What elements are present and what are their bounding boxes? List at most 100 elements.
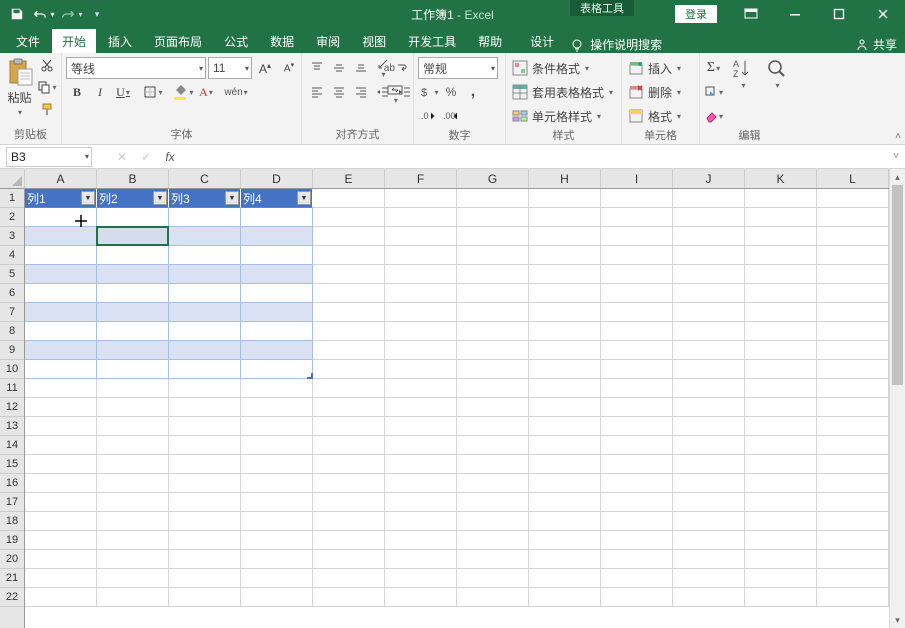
format-cells-button[interactable]: 格式▾ <box>626 105 683 127</box>
font-color-button[interactable]: A▾ <box>195 81 217 103</box>
cell[interactable] <box>601 246 673 265</box>
column-header-L[interactable]: L <box>817 169 889 188</box>
column-header-D[interactable]: D <box>241 169 313 188</box>
name-box[interactable]: B3▾ <box>6 147 92 167</box>
cell[interactable] <box>673 398 745 417</box>
cell[interactable] <box>169 322 241 341</box>
cell[interactable] <box>817 474 889 493</box>
cell[interactable] <box>241 208 313 227</box>
row-header-6[interactable]: 6 <box>0 284 24 303</box>
cell[interactable] <box>529 474 601 493</box>
cell[interactable] <box>25 417 97 436</box>
row-header-13[interactable]: 13 <box>0 417 24 436</box>
cell[interactable] <box>25 303 97 322</box>
cell[interactable] <box>601 550 673 569</box>
cell[interactable] <box>817 569 889 588</box>
cell[interactable] <box>529 246 601 265</box>
cell[interactable] <box>457 265 529 284</box>
align-top-button[interactable] <box>306 57 328 79</box>
cell[interactable] <box>457 455 529 474</box>
row-header-17[interactable]: 17 <box>0 493 24 512</box>
cell[interactable] <box>601 341 673 360</box>
cell[interactable] <box>97 493 169 512</box>
cell[interactable] <box>673 341 745 360</box>
cell[interactable] <box>457 322 529 341</box>
cell[interactable] <box>385 341 457 360</box>
cell[interactable] <box>745 208 817 227</box>
vertical-scrollbar[interactable]: ▴ ▾ <box>889 169 905 628</box>
cell[interactable] <box>745 436 817 455</box>
column-header-G[interactable]: G <box>457 169 529 188</box>
cell[interactable] <box>529 436 601 455</box>
cell[interactable] <box>745 360 817 379</box>
cell[interactable] <box>385 417 457 436</box>
paste-button[interactable]: 粘贴 ▾ <box>4 55 35 117</box>
cell[interactable] <box>601 379 673 398</box>
cell[interactable] <box>97 322 169 341</box>
increase-font-button[interactable]: A▴ <box>254 57 276 79</box>
cell[interactable] <box>673 569 745 588</box>
cell[interactable] <box>97 436 169 455</box>
align-right-button[interactable] <box>350 81 372 103</box>
cell[interactable] <box>745 550 817 569</box>
cell[interactable] <box>241 265 313 284</box>
row-header-19[interactable]: 19 <box>0 531 24 550</box>
cell[interactable] <box>457 398 529 417</box>
cell[interactable] <box>673 303 745 322</box>
accounting-format-button[interactable]: $▾ <box>418 81 440 103</box>
cell[interactable] <box>241 512 313 531</box>
share-button[interactable]: 共享 <box>855 36 897 53</box>
cell[interactable] <box>529 208 601 227</box>
cell[interactable] <box>529 303 601 322</box>
cell[interactable] <box>97 227 169 246</box>
expand-formula-bar-button[interactable]: ˅ <box>887 151 905 162</box>
cell[interactable] <box>241 417 313 436</box>
row-header-8[interactable]: 8 <box>0 322 24 341</box>
cell[interactable] <box>313 341 385 360</box>
cut-button[interactable] <box>37 55 57 75</box>
align-left-button[interactable] <box>306 81 328 103</box>
cell[interactable] <box>385 227 457 246</box>
cell[interactable] <box>313 189 385 208</box>
cell[interactable]: 列1▼ <box>25 189 97 208</box>
percent-button[interactable]: % <box>440 81 462 103</box>
cell[interactable] <box>745 227 817 246</box>
cell[interactable] <box>313 322 385 341</box>
cell[interactable] <box>169 246 241 265</box>
align-center-button[interactable] <box>328 81 350 103</box>
cell[interactable] <box>97 531 169 550</box>
cell[interactable] <box>673 550 745 569</box>
find-select-button[interactable]: ▾ <box>761 57 793 90</box>
cell[interactable] <box>97 379 169 398</box>
cell[interactable] <box>25 265 97 284</box>
cell[interactable] <box>673 379 745 398</box>
cell[interactable] <box>385 512 457 531</box>
cell[interactable] <box>529 322 601 341</box>
cell[interactable] <box>241 550 313 569</box>
cell[interactable] <box>817 436 889 455</box>
column-header-B[interactable]: B <box>97 169 169 188</box>
cell[interactable] <box>745 379 817 398</box>
cell[interactable] <box>457 341 529 360</box>
cell[interactable] <box>313 284 385 303</box>
column-header-F[interactable]: F <box>385 169 457 188</box>
cell[interactable] <box>601 265 673 284</box>
cell[interactable] <box>673 436 745 455</box>
cell[interactable] <box>457 417 529 436</box>
cell[interactable] <box>241 341 313 360</box>
row-header-16[interactable]: 16 <box>0 474 24 493</box>
cell-styles-button[interactable]: 单元格样式▾ <box>510 105 603 127</box>
cell[interactable] <box>457 284 529 303</box>
cell[interactable] <box>817 265 889 284</box>
font-size-combo[interactable]: 11▾ <box>208 57 252 79</box>
cell[interactable] <box>97 588 169 607</box>
cell[interactable] <box>241 474 313 493</box>
cell[interactable] <box>601 588 673 607</box>
cell[interactable] <box>745 493 817 512</box>
column-header-K[interactable]: K <box>745 169 817 188</box>
scroll-down-button[interactable]: ▾ <box>890 612 905 628</box>
cell[interactable] <box>457 360 529 379</box>
cell[interactable] <box>97 512 169 531</box>
cell[interactable] <box>169 303 241 322</box>
cell[interactable] <box>673 246 745 265</box>
